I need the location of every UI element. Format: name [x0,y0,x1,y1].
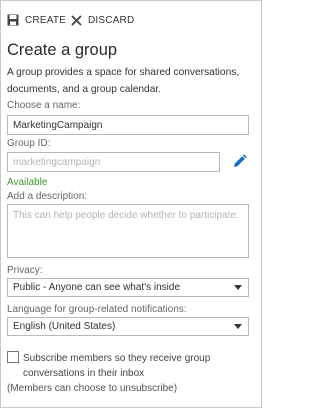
privacy-label: Privacy: [7,265,43,276]
language-label: Language for group-related notifications… [7,304,187,315]
discard-button[interactable]: DISCARD [71,13,134,27]
group-id-input[interactable] [7,152,220,172]
page-title: Create a group [7,41,118,59]
pencil-icon[interactable] [232,154,247,169]
description-label: Add a description: [7,191,88,202]
group-id-label: Group ID: [7,138,51,149]
chevron-down-icon [234,324,242,329]
name-label: Choose a name: [7,100,81,111]
save-icon [7,14,19,26]
unsubscribe-note: (Members can choose to unsubscribe) [7,383,178,394]
subscribe-label: Subscribe members so they receive group … [23,353,211,379]
description-input[interactable] [7,204,249,258]
close-icon [71,14,82,26]
discard-label: DISCARD [88,14,135,26]
page-description: A group provides a space for shared conv… [7,67,240,95]
language-selected-value: English (United States) [13,321,116,332]
name-input[interactable] [7,115,249,135]
create-button[interactable]: CREATE [7,13,66,27]
create-label: CREATE [25,14,67,26]
chevron-down-icon [234,285,242,290]
privacy-selected-value: Public - Anyone can see what's inside [13,282,181,293]
privacy-select[interactable]: Public - Anyone can see what's inside [7,278,249,297]
subscribe-checkbox[interactable] [7,351,19,363]
language-select[interactable]: English (United States) [7,317,249,336]
create-group-panel: CREATE DISCARD Create a group A group pr… [0,0,262,408]
group-id-status: Available [7,177,48,188]
toolbar: CREATE DISCARD [1,1,261,35]
